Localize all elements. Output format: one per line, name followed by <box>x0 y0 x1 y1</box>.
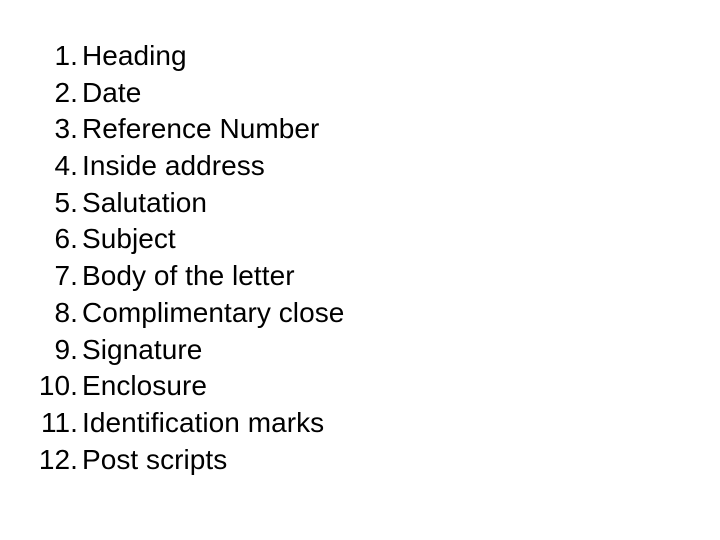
list-item-marker: 6. <box>54 223 78 255</box>
list-item: 5. Salutation <box>55 185 344 222</box>
list-item-marker: 9. <box>54 333 78 365</box>
numbered-list: 1. Heading 2. Date 3. Reference Number 4… <box>39 38 345 479</box>
list-item: 10. Enclosure <box>39 368 344 405</box>
list-item-marker: 5. <box>54 186 78 218</box>
list-item-marker: 10. <box>38 370 78 402</box>
list-item: 3. Reference Number <box>55 111 344 148</box>
list-item: 2. Date <box>55 75 344 112</box>
list-item-label: Signature <box>82 333 203 365</box>
list-item-marker: 12. <box>38 443 78 475</box>
list-item-marker: 1. <box>54 40 78 71</box>
list-item: 4. Inside address <box>55 148 344 185</box>
list-item-marker: 7. <box>54 260 78 292</box>
list-item-marker: 3. <box>54 113 78 145</box>
list-item-label: Salutation <box>82 186 208 218</box>
list-item-label: Subject <box>82 223 176 255</box>
list-item-marker: 4. <box>54 150 78 182</box>
list-item-label: Enclosure <box>82 370 207 402</box>
list-item-label: Reference Number <box>82 113 320 145</box>
list-item: 6. Subject <box>55 221 344 258</box>
list-item: 1. Heading <box>55 38 344 75</box>
list-item-label: Complimentary close <box>82 296 345 328</box>
list-item-label: Body of the letter <box>82 260 295 292</box>
list-item-label: Heading <box>82 40 187 71</box>
list-item-label: Post scripts <box>82 443 228 475</box>
list-item-label: Date <box>82 76 142 108</box>
slide-canvas: 1. Heading 2. Date 3. Reference Number 4… <box>0 0 720 540</box>
list-item-marker: 11. <box>41 406 78 438</box>
list-item-marker: 8. <box>54 296 78 328</box>
list-item: 9. Signature <box>55 332 344 369</box>
list-item-label: Inside address <box>82 150 265 182</box>
list-item-marker: 2. <box>54 76 78 108</box>
list-item: 8. Complimentary close <box>55 295 345 332</box>
list-item-label: Identification marks <box>82 406 325 438</box>
list-item: 12. Post scripts <box>39 442 344 479</box>
list-item: 11. Identification marks <box>41 405 344 442</box>
list-item: 7. Body of the letter <box>55 258 344 295</box>
